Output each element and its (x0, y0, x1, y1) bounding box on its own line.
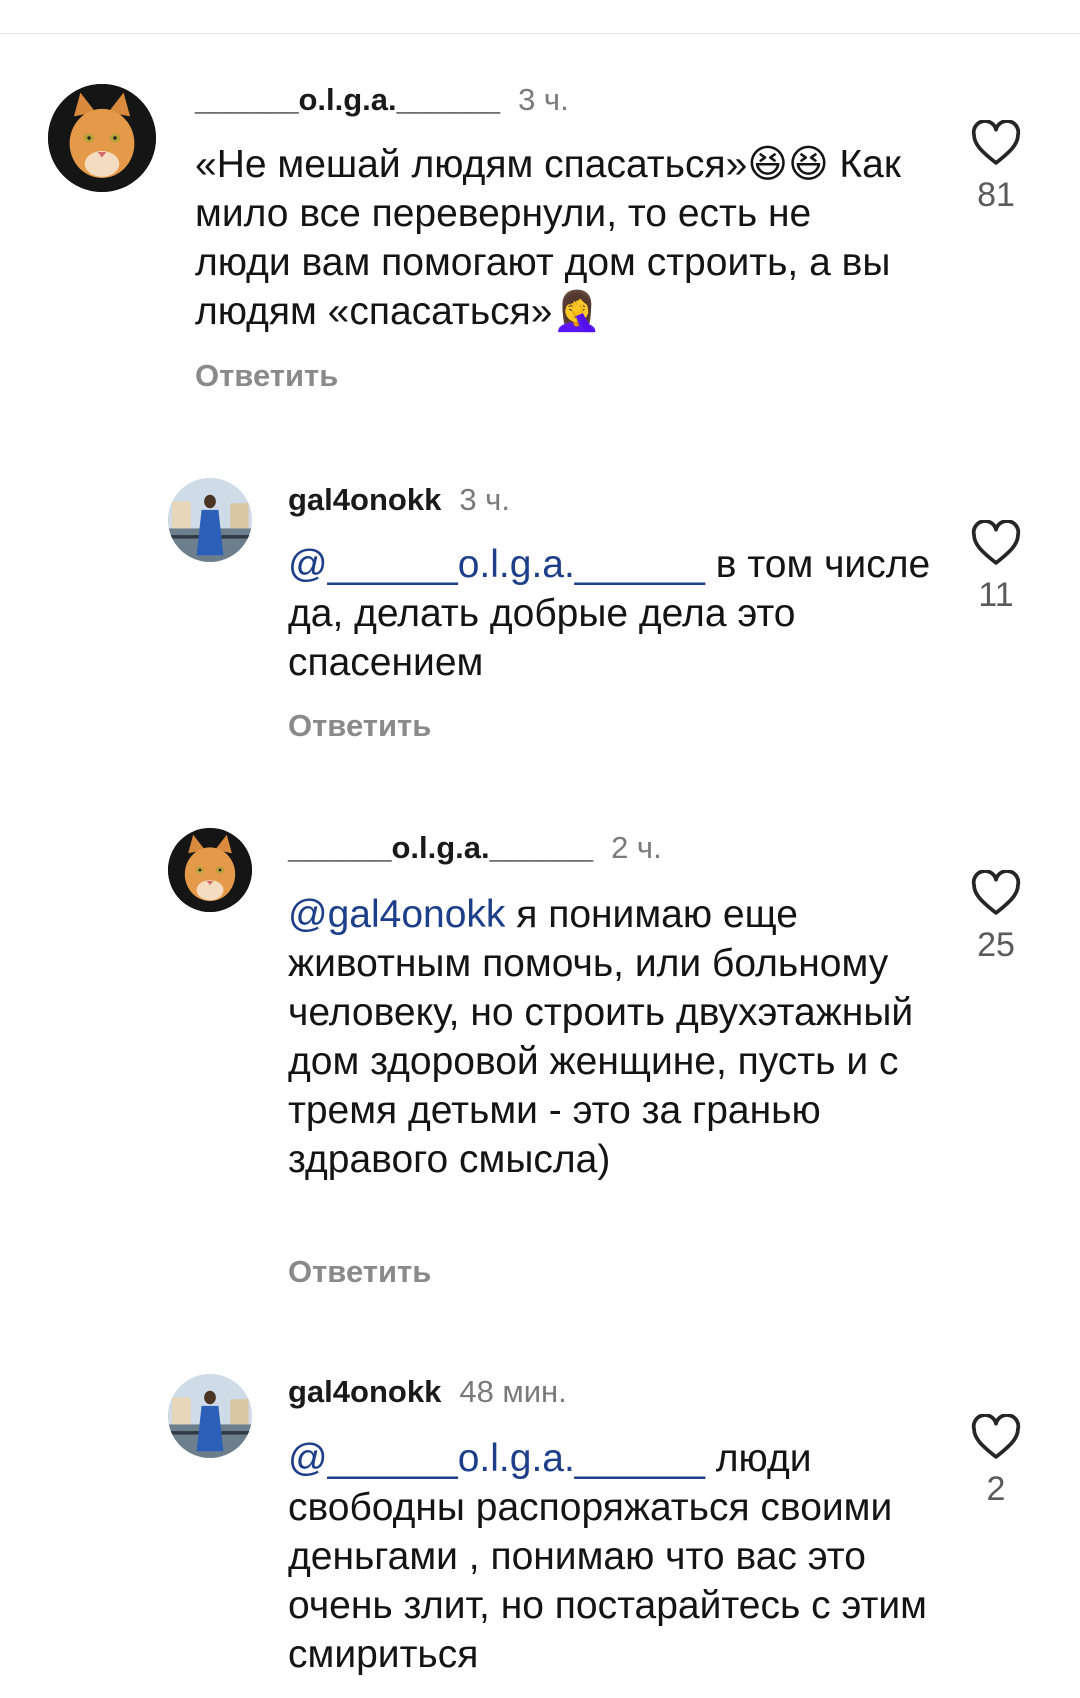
comment-text: «Не мешай людям спасаться»😆😆 Как мило вс… (195, 140, 915, 336)
top-divider (0, 33, 1080, 34)
like-count: 81 (977, 176, 1015, 214)
like-count: 2 (986, 1470, 1006, 1508)
reply-button[interactable]: Ответить (195, 358, 338, 394)
woman-photo-avatar-icon (168, 1374, 252, 1458)
mention-link[interactable]: @gal4onokk (288, 893, 505, 936)
cat-avatar-icon (168, 828, 252, 912)
comment-body: «Не мешай людям спасаться»😆😆 Как мило вс… (195, 143, 901, 333)
timestamp: 3 ч. (459, 482, 510, 517)
comment-text: @gal4onokk я понимаю еще животным помочь… (288, 890, 938, 1184)
like-count: 11 (978, 576, 1014, 614)
mention-link[interactable]: @______o.l.g.a.______ (288, 543, 705, 586)
timestamp: 48 мин. (459, 1374, 567, 1409)
username[interactable]: gal4onokk (288, 1374, 441, 1409)
username[interactable]: ______o.l.g.a.______ (195, 82, 500, 117)
reply-button[interactable]: Ответить (288, 708, 431, 744)
username[interactable]: ______o.l.g.a.______ (288, 830, 593, 865)
heart-outline-icon[interactable] (970, 520, 1022, 566)
like-block: 25 (956, 870, 1036, 965)
avatar[interactable] (168, 1374, 252, 1458)
comment-text: @______o.l.g.a.______ люди свободны расп… (288, 1434, 938, 1679)
like-block: 2 (956, 1414, 1036, 1509)
avatar[interactable] (168, 478, 252, 562)
comment-header: gal4onokk 3 ч. (288, 482, 510, 518)
mention-link[interactable]: @______o.l.g.a.______ (288, 1437, 705, 1480)
avatar[interactable] (168, 828, 252, 912)
timestamp: 2 ч. (611, 830, 662, 865)
woman-photo-avatar-icon (168, 478, 252, 562)
cat-avatar-icon (48, 84, 156, 192)
username[interactable]: gal4onokk (288, 482, 441, 517)
like-count: 25 (977, 926, 1015, 964)
like-block: 81 (956, 120, 1036, 215)
heart-outline-icon[interactable] (970, 1414, 1022, 1460)
comment-header: ______o.l.g.a.______ 3 ч. (195, 82, 569, 118)
comment-header: gal4onokk 48 мин. (288, 1374, 567, 1410)
comment-body: я понимаю еще животным помочь, или больн… (288, 893, 914, 1181)
avatar[interactable] (48, 84, 156, 192)
timestamp: 3 ч. (518, 82, 569, 117)
heart-outline-icon[interactable] (970, 870, 1022, 916)
like-block: 11 (956, 520, 1036, 615)
reply-button[interactable]: Ответить (288, 1254, 431, 1290)
comment-header: ______o.l.g.a.______ 2 ч. (288, 830, 662, 866)
heart-outline-icon[interactable] (970, 120, 1022, 166)
comment-text: @______o.l.g.a.______ в том числе да, де… (288, 540, 938, 687)
